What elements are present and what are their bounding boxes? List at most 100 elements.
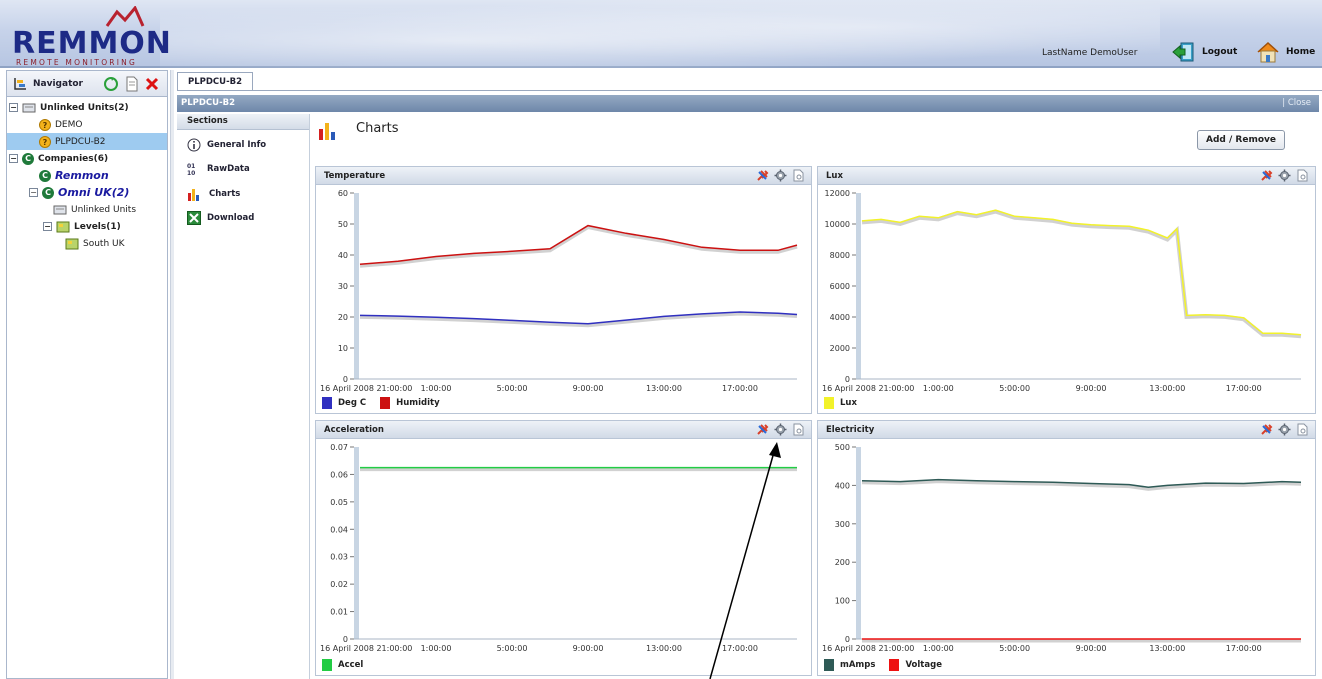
tools-icon[interactable] — [756, 169, 769, 182]
preview-icon[interactable] — [1296, 169, 1309, 182]
section-general-info[interactable]: General Info — [187, 136, 266, 154]
legend-swatch — [380, 397, 391, 409]
y-tick-label: 500 — [835, 443, 850, 452]
y-tick-label: 0.01 — [330, 608, 348, 617]
chart-legend: Deg C Humidity — [322, 397, 440, 409]
tree-node-plpdcu-b2[interactable]: ? PLPDCU-B2 — [7, 133, 167, 150]
logout-button[interactable]: Logout — [1172, 40, 1237, 64]
chart-icon — [188, 189, 199, 201]
tree-node-omni-uk[interactable]: − C Omni UK(2) — [29, 184, 129, 201]
x-tick-label: 9:00:00 — [573, 384, 604, 393]
navigator-icon — [14, 77, 26, 90]
tree-node-south-uk[interactable]: South UK — [65, 235, 125, 252]
add-remove-button[interactable]: Add / Remove — [1197, 130, 1285, 150]
legend-label: Humidity — [396, 398, 440, 408]
x-tick-label: 13:00:00 — [646, 384, 682, 393]
tools-icon[interactable] — [1260, 169, 1273, 182]
chart-legend: mAmps Voltage — [824, 659, 942, 671]
electricity-chart: 0 100 200 300 400 500 16 April 2008 21:00:00 1:… — [822, 443, 1302, 653]
legend-swatch — [889, 659, 900, 671]
y-tick-label: 0 — [343, 635, 348, 644]
chart-panel-lux: Lux 0 2000 4000 6000 8000 10000 12000 16 April … — [817, 166, 1316, 414]
tools-icon[interactable] — [756, 423, 769, 436]
section-label: RawData — [207, 164, 250, 174]
tree-node-levels[interactable]: − Levels(1) — [43, 218, 121, 235]
section-rawdata[interactable]: 01 10 RawData — [187, 160, 250, 178]
tree-node-omni-unlinked-units[interactable]: Unlinked Units — [53, 201, 136, 218]
header-banner: REMMON REMOTE MONITORING LastName DemoUs… — [0, 0, 1322, 68]
panel-splitter[interactable] — [170, 70, 174, 679]
svg-text:01: 01 — [187, 163, 195, 170]
collapse-icon[interactable]: − — [9, 103, 18, 112]
world-map-background — [160, 0, 1160, 68]
x-tick-label: 1:00:00 — [421, 384, 452, 393]
gear-icon[interactable] — [774, 423, 787, 436]
chart-panel-header: Lux — [818, 167, 1315, 185]
gear-icon[interactable] — [1278, 423, 1291, 436]
legend-label: Deg C — [338, 398, 367, 408]
preview-icon[interactable] — [792, 423, 805, 436]
collapse-icon[interactable]: − — [43, 222, 52, 231]
x-tick-label: 1:00:00 — [421, 644, 452, 653]
collapse-icon[interactable]: − — [9, 154, 18, 163]
section-download[interactable]: Download — [187, 209, 254, 227]
level-icon — [65, 238, 79, 249]
y-tick-label: 12000 — [825, 189, 850, 198]
tools-icon[interactable] — [1260, 423, 1273, 436]
y-tick-label: 0.04 — [330, 525, 348, 534]
refresh-icon[interactable] — [103, 76, 119, 92]
chart-legend: Lux — [824, 397, 857, 409]
y-tick-label: 10 — [338, 344, 348, 353]
y-tick-label: 0.02 — [330, 580, 348, 589]
y-tick-label: 8000 — [830, 251, 850, 260]
lux-chart: 0 2000 4000 6000 8000 10000 12000 16 April 2008… — [822, 189, 1302, 393]
x-tick-label: 16 April 2008 21:00:00 — [822, 644, 914, 653]
legend-item: Accel — [322, 659, 363, 671]
y-tick-label: 0.07 — [330, 443, 348, 452]
tree-node-companies[interactable]: − C Companies(6) — [9, 150, 108, 167]
legend-label: mAmps — [840, 660, 876, 670]
tree-node-unlinked-units[interactable]: − Unlinked Units(2) — [9, 99, 129, 116]
chart-icon — [319, 123, 335, 140]
delete-icon[interactable] — [145, 77, 159, 91]
tree-node-remmon[interactable]: C Remmon — [39, 167, 109, 184]
home-button[interactable]: Home — [1256, 40, 1315, 64]
x-tick-label: 13:00:00 — [1149, 644, 1185, 653]
tab-plpdcu-b2[interactable]: PLPDCU-B2 — [177, 72, 253, 91]
y-tick-label: 0.06 — [330, 470, 348, 479]
x-tick-label: 16 April 2008 21:00:00 — [320, 384, 412, 393]
section-charts[interactable]: Charts — [187, 185, 240, 203]
x-tick-label: 9:00:00 — [573, 644, 604, 653]
x-tick-label: 13:00:00 — [1149, 384, 1185, 393]
x-tick-label: 5:00:00 — [999, 384, 1030, 393]
legend-label: Lux — [840, 398, 857, 408]
gear-icon[interactable] — [774, 169, 787, 182]
y-tick-label: 400 — [835, 481, 850, 490]
chart-title: Temperature — [324, 171, 386, 181]
y-axis-strip — [856, 193, 861, 379]
chart-tools — [1260, 423, 1309, 436]
series-shadow — [861, 479, 1302, 491]
close-link[interactable]: | Close — [1282, 95, 1311, 112]
gear-icon[interactable] — [1278, 169, 1291, 182]
page-title: Charts — [356, 121, 399, 136]
preview-icon[interactable] — [792, 169, 805, 182]
x-tick-label: 17:00:00 — [722, 384, 758, 393]
x-tick-label: 5:00:00 — [497, 644, 528, 653]
chart-tools — [1260, 169, 1309, 182]
x-tick-label: 17:00:00 — [1226, 384, 1262, 393]
units-icon — [53, 205, 67, 214]
window-titlebar: PLPDCU-B2 | Close — [177, 95, 1319, 112]
y-tick-label: 0.05 — [330, 498, 348, 507]
level-icon — [56, 221, 70, 232]
tree-node-demo[interactable]: ? DEMO — [39, 116, 82, 133]
x-tick-label: 9:00:00 — [1076, 644, 1107, 653]
y-axis-strip — [354, 193, 359, 379]
preview-icon[interactable] — [1296, 423, 1309, 436]
collapse-icon[interactable]: − — [29, 188, 38, 197]
document-icon[interactable] — [125, 76, 139, 92]
chart-legend: Accel — [322, 659, 363, 671]
x-tick-label: 17:00:00 — [1226, 644, 1262, 653]
excel-icon — [187, 211, 201, 225]
company-icon: C — [22, 152, 34, 165]
